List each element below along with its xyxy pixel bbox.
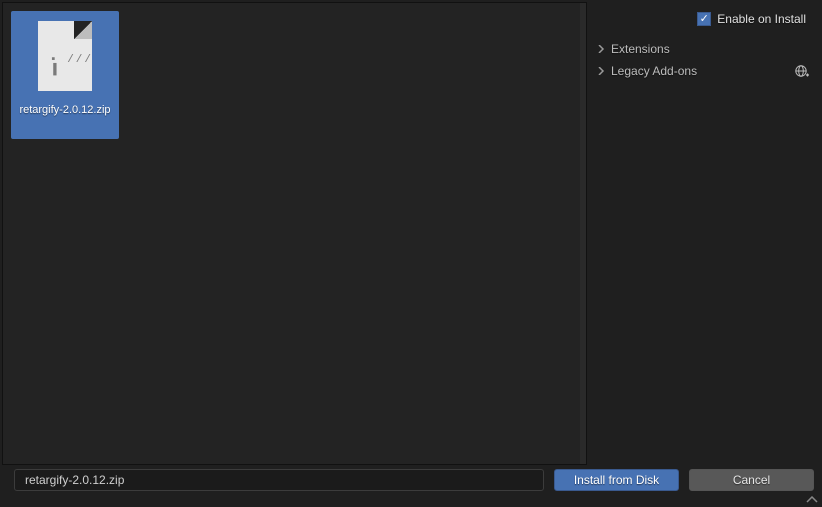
cancel-button[interactable]: Cancel (689, 469, 814, 491)
tree-item-extensions[interactable]: Extensions (595, 38, 812, 60)
zip-glyph: ▪ ///▐ (50, 55, 93, 75)
filename-input[interactable] (14, 469, 544, 491)
install-from-disk-button[interactable]: Install from Disk (554, 469, 679, 491)
tree-item-legacy-addons[interactable]: Legacy Add-ons (595, 60, 812, 82)
chevron-up-icon[interactable] (806, 493, 818, 503)
main-area: ▪ ///▐ retargify-2.0.12.zip ✓ Enable on … (0, 0, 822, 463)
chevron-right-icon (597, 67, 605, 75)
tree-label: Extensions (611, 42, 670, 56)
chevron-right-icon (597, 45, 605, 53)
enable-on-install-row: ✓ Enable on Install (595, 8, 812, 30)
tree-label: Legacy Add-ons (611, 64, 697, 78)
file-grid: ▪ ///▐ retargify-2.0.12.zip (3, 3, 586, 147)
scrollbar[interactable] (580, 3, 586, 464)
enable-on-install-checkbox[interactable]: ✓ (697, 12, 711, 26)
zip-file-icon: ▪ ///▐ (38, 21, 92, 91)
bottom-bar: Install from Disk Cancel (0, 467, 822, 493)
file-item[interactable]: ▪ ///▐ retargify-2.0.12.zip (11, 11, 119, 139)
side-panel: ✓ Enable on Install Extensions Legacy Ad… (587, 0, 822, 463)
file-label: retargify-2.0.12.zip (19, 103, 110, 117)
globe-icon[interactable] (794, 63, 810, 79)
file-browser-panel: ▪ ///▐ retargify-2.0.12.zip (2, 2, 587, 465)
enable-on-install-label: Enable on Install (717, 12, 806, 26)
